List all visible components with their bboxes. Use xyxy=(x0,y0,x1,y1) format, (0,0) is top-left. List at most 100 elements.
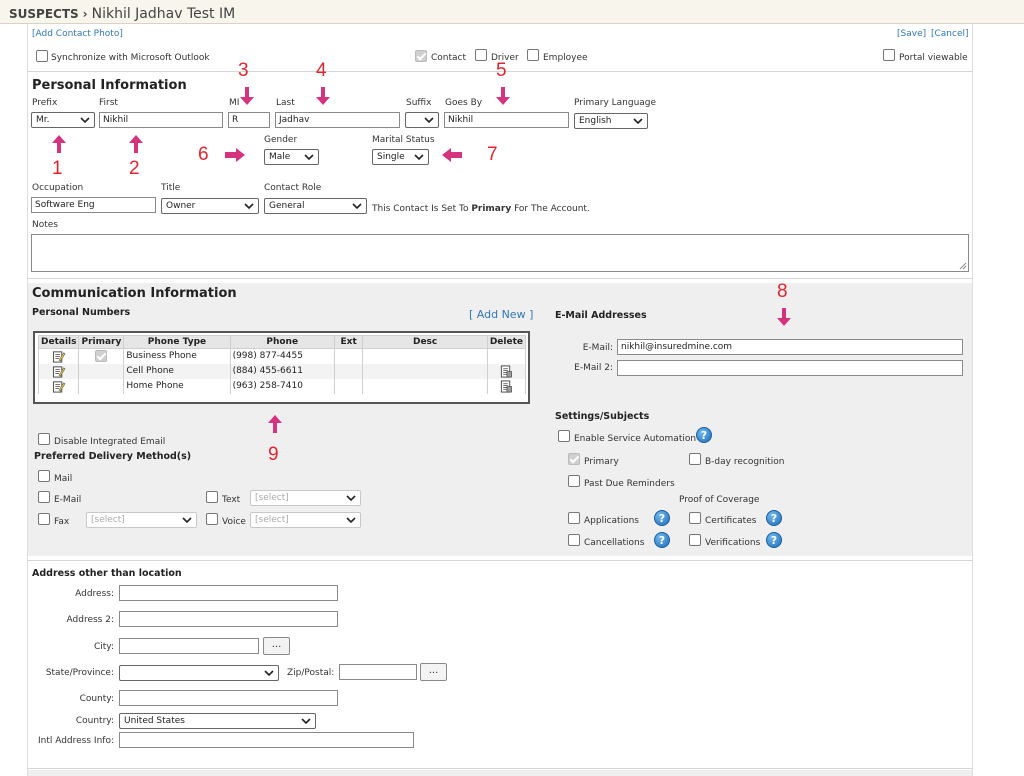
fax-select[interactable]: [select] xyxy=(86,512,197,528)
annotation-number: 7 xyxy=(487,144,498,165)
primary-phone-checkbox[interactable] xyxy=(95,350,108,363)
delete-cell xyxy=(486,363,527,379)
address-input[interactable] xyxy=(119,585,338,601)
address-label: Address: xyxy=(75,589,114,599)
delete-cell xyxy=(486,348,527,364)
details-cell xyxy=(37,348,80,364)
fax-label: Fax xyxy=(54,517,70,527)
table-row: Home Phone (963) 258-7410 xyxy=(37,378,527,394)
column-header: Desc xyxy=(362,335,488,349)
zip-input[interactable] xyxy=(339,664,417,680)
contact-role-select[interactable]: General xyxy=(264,198,367,214)
phone-table-header: Details Primary Phone Type Phone Ext Des… xyxy=(37,335,527,349)
cancel-link[interactable]: [Cancel] xyxy=(931,29,969,39)
first-name-input[interactable]: Nikhil xyxy=(99,112,223,128)
gender-label: Gender xyxy=(264,135,298,145)
resize-handle-icon[interactable] xyxy=(959,262,967,270)
personal-info-heading: Personal Information xyxy=(32,78,187,93)
driver-checkbox[interactable] xyxy=(475,49,487,61)
portal-viewable-checkbox[interactable] xyxy=(883,49,895,61)
address2-input[interactable] xyxy=(119,611,338,627)
edit-details-icon[interactable] xyxy=(52,380,66,393)
applications-label: Applications xyxy=(584,516,639,526)
title-label: Title xyxy=(161,183,181,193)
employee-checkbox[interactable] xyxy=(527,49,539,61)
email-input[interactable]: nikhil@insuredmine.com xyxy=(617,339,963,355)
disable-integrated-email-checkbox[interactable] xyxy=(38,433,50,445)
zip-lookup-button[interactable]: ... xyxy=(420,663,447,681)
primary-cell xyxy=(78,363,125,379)
annotation-number: 1 xyxy=(52,158,63,179)
gender-select[interactable]: Male xyxy=(264,149,319,165)
settings-heading: Settings/Subjects xyxy=(555,411,650,422)
settings-primary-checkbox[interactable] xyxy=(568,453,580,465)
address2-label: Address 2: xyxy=(66,615,114,625)
bday-checkbox[interactable] xyxy=(689,453,701,465)
annotation-number: 8 xyxy=(777,281,788,302)
up-arrow-icon xyxy=(128,134,144,154)
sync-outlook-checkbox[interactable] xyxy=(36,50,48,62)
certificates-checkbox[interactable] xyxy=(689,512,701,524)
delete-icon[interactable] xyxy=(499,365,513,378)
mail-checkbox[interactable] xyxy=(38,470,50,482)
mi-input[interactable]: R xyxy=(228,112,270,128)
annotation-number: 2 xyxy=(129,158,140,179)
edit-details-icon[interactable] xyxy=(52,350,66,363)
contact-checkbox[interactable] xyxy=(415,50,427,62)
primary-note-prefix: This Contact Is Set To xyxy=(372,204,472,214)
add-contact-photo-link[interactable]: [Add Contact Photo] xyxy=(32,29,123,39)
phone-number-link[interactable]: (884) 455-6611 xyxy=(229,363,335,379)
help-icon[interactable]: ? xyxy=(654,532,670,548)
table-row: Cell Phone (884) 455-6611 xyxy=(37,363,527,379)
delete-icon[interactable] xyxy=(499,380,513,393)
help-icon[interactable]: ? xyxy=(766,532,782,548)
sync-outlook-label: Synchronize with Microsoft Outlook xyxy=(51,53,210,63)
help-icon[interactable]: ? xyxy=(654,510,670,526)
country-select[interactable]: United States xyxy=(119,713,316,729)
city-lookup-button[interactable]: ... xyxy=(263,637,290,655)
city-input[interactable] xyxy=(119,638,259,654)
breadcrumb: SUSPECTS › Nikhil Jadhav Test IM xyxy=(9,6,235,22)
disable-integrated-email-label: Disable Integrated Email xyxy=(54,437,166,447)
desc-cell xyxy=(362,363,488,379)
voice-select[interactable]: [select] xyxy=(250,512,361,528)
suffix-select[interactable] xyxy=(405,112,439,128)
state-select[interactable] xyxy=(119,665,279,681)
add-new-phone-link[interactable]: [ Add New ] xyxy=(469,308,533,321)
phone-number-link[interactable]: (998) 877-4455 xyxy=(229,348,335,364)
service-automation-checkbox[interactable] xyxy=(558,430,570,442)
notes-textarea[interactable] xyxy=(31,234,969,272)
help-icon[interactable]: ? xyxy=(696,427,712,443)
past-due-checkbox[interactable] xyxy=(568,475,580,487)
fax-checkbox[interactable] xyxy=(38,513,50,525)
verifications-checkbox[interactable] xyxy=(689,534,701,546)
last-name-input[interactable]: Jadhav xyxy=(275,112,400,128)
phone-type-cell: Cell Phone xyxy=(123,363,231,379)
email2-input[interactable] xyxy=(617,360,963,376)
goes-by-input[interactable]: Nikhil xyxy=(444,112,569,128)
text-provider-select[interactable]: [select] xyxy=(250,490,361,506)
primary-language-select[interactable]: English xyxy=(574,113,648,129)
breadcrumb-section[interactable]: SUSPECTS xyxy=(9,7,79,21)
voice-checkbox[interactable] xyxy=(206,513,218,525)
primary-language-label: Primary Language xyxy=(574,98,657,108)
cancellations-checkbox[interactable] xyxy=(568,534,580,546)
save-link[interactable]: [Save] xyxy=(897,29,926,39)
applications-checkbox[interactable] xyxy=(568,512,580,524)
title-select[interactable]: Owner xyxy=(161,198,259,214)
county-input[interactable] xyxy=(119,690,338,706)
phone-number-link[interactable]: (963) 258-7410 xyxy=(229,378,335,394)
marital-status-select[interactable]: Single xyxy=(372,149,429,165)
left-arrow-icon xyxy=(441,148,463,162)
down-arrow-icon xyxy=(776,307,792,327)
help-icon[interactable]: ? xyxy=(766,510,782,526)
occupation-input[interactable]: Software Eng xyxy=(31,197,156,213)
prefix-select[interactable]: Mr. xyxy=(31,112,95,128)
email-delivery-checkbox[interactable] xyxy=(38,491,50,503)
primary-cell xyxy=(78,348,125,364)
edit-details-icon[interactable] xyxy=(52,365,66,378)
text-checkbox[interactable] xyxy=(206,491,218,503)
details-cell xyxy=(37,378,80,394)
intl-address-input[interactable] xyxy=(119,732,414,748)
contact-role-value: General xyxy=(269,201,305,211)
